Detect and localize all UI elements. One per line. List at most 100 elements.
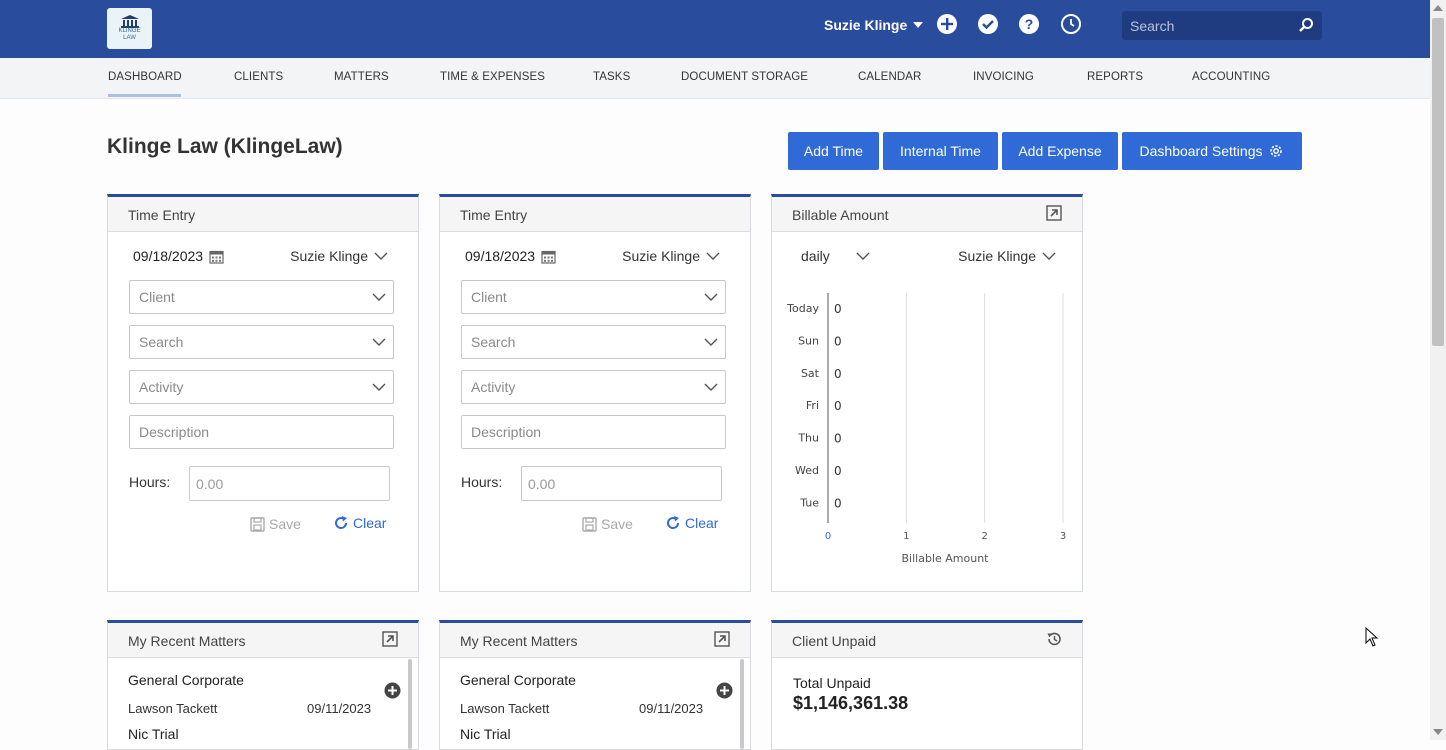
user-dropdown-value: Suzie Klinge bbox=[622, 248, 700, 264]
nav-reports[interactable]: REPORTS bbox=[1087, 71, 1143, 83]
plus-circle-icon[interactable] bbox=[716, 682, 733, 699]
activity-select[interactable]: Activity bbox=[461, 370, 726, 404]
expand-icon[interactable] bbox=[714, 631, 730, 647]
chevron-down-icon bbox=[856, 252, 870, 260]
nav-tasks[interactable]: TASKS bbox=[593, 71, 630, 83]
active-tab-indicator bbox=[108, 94, 181, 97]
total-unpaid-label: Total Unpaid bbox=[793, 675, 871, 691]
data-label: 0 bbox=[834, 302, 842, 316]
y-tick-label: Fri bbox=[806, 399, 819, 412]
description-field[interactable] bbox=[129, 415, 394, 449]
clear-button[interactable]: Clear bbox=[333, 515, 386, 531]
total-unpaid-amount: $1,146,361.38 bbox=[793, 693, 909, 713]
refresh-icon bbox=[335, 516, 348, 529]
user-dropdown[interactable]: Suzie Klinge bbox=[290, 248, 388, 264]
logo-text-1: KLINGE bbox=[118, 28, 141, 34]
hours-field[interactable] bbox=[189, 466, 390, 501]
scrollbar[interactable] bbox=[740, 659, 744, 749]
scrollbar[interactable] bbox=[408, 659, 412, 749]
clear-label: Clear bbox=[353, 515, 387, 531]
save-button[interactable]: Save bbox=[582, 516, 633, 532]
search-icon[interactable] bbox=[1298, 17, 1314, 33]
matter-search-select[interactable]: Search bbox=[129, 325, 394, 359]
scroll-up-icon[interactable] bbox=[1432, 4, 1444, 12]
widget-title: Time Entry bbox=[460, 207, 528, 223]
calendar-icon[interactable] bbox=[541, 249, 556, 264]
activity-select[interactable]: Activity bbox=[129, 370, 394, 404]
nav-invoicing[interactable]: INVOICING bbox=[973, 71, 1034, 83]
nav-matters[interactable]: MATTERS bbox=[334, 71, 389, 83]
expand-icon[interactable] bbox=[1046, 205, 1062, 221]
search-input[interactable] bbox=[1122, 11, 1300, 40]
recent-matters-widget: My Recent Matters General Corporate Laws… bbox=[439, 620, 751, 750]
client-select[interactable]: Client bbox=[129, 280, 394, 314]
nav-dashboard[interactable]: DASHBOARD bbox=[108, 71, 182, 83]
widget-title: Billable Amount bbox=[792, 207, 889, 223]
help-button[interactable]: ? bbox=[1019, 14, 1039, 34]
page-scrollbar-thumb[interactable] bbox=[1432, 18, 1444, 346]
chevron-down-icon bbox=[706, 252, 720, 260]
chevron-down-icon bbox=[372, 293, 386, 301]
add-time-button[interactable]: Add Time bbox=[788, 132, 879, 170]
clock-icon bbox=[1070, 19, 1075, 27]
date-value: 09/18/2023 bbox=[133, 248, 204, 264]
nav-time-expenses[interactable]: TIME & EXPENSES bbox=[440, 71, 545, 83]
user-dropdown[interactable]: Suzie Klinge bbox=[958, 248, 1056, 264]
clear-button[interactable]: Clear bbox=[665, 515, 718, 531]
tasks-button[interactable] bbox=[978, 14, 998, 34]
y-tick-label: Sat bbox=[801, 367, 820, 380]
user-name: Suzie Klinge bbox=[824, 17, 908, 33]
add-new-button[interactable] bbox=[937, 14, 957, 34]
y-tick-label: Sun bbox=[798, 334, 819, 347]
nav-calendar[interactable]: CALENDAR bbox=[858, 71, 921, 83]
matter-client: Lawson Tackett bbox=[128, 701, 218, 716]
timer-button[interactable] bbox=[1061, 14, 1081, 34]
activity-placeholder: Activity bbox=[471, 379, 516, 395]
chevron-down-icon bbox=[704, 293, 718, 301]
billable-chart: 0 1 2 3 Today 0 Sun 0 Sat 0 Fri 0 Thu 0 Wed 0 Tue 0 Billab… bbox=[786, 293, 1066, 565]
dashboard-settings-button[interactable]: Dashboard Settings bbox=[1122, 132, 1302, 170]
user-dropdown-value: Suzie Klinge bbox=[290, 248, 368, 264]
nav-accounting[interactable]: ACCOUNTING bbox=[1192, 71, 1270, 83]
caret-down-icon bbox=[913, 22, 924, 28]
data-label: 0 bbox=[834, 367, 842, 381]
save-button[interactable]: Save bbox=[250, 516, 301, 532]
scroll-down-icon[interactable] bbox=[1432, 728, 1444, 736]
user-dropdown[interactable]: Suzie Klinge bbox=[622, 248, 720, 264]
client-select[interactable]: Client bbox=[461, 280, 726, 314]
hours-label: Hours: bbox=[129, 474, 171, 490]
matter-search-select[interactable]: Search bbox=[461, 325, 726, 359]
expand-icon[interactable] bbox=[382, 631, 398, 647]
matter-date: 09/11/2023 bbox=[307, 701, 372, 716]
matter-name[interactable]: General Corporate bbox=[460, 672, 576, 688]
hours-field[interactable] bbox=[521, 466, 722, 501]
nav-clients[interactable]: CLIENTS bbox=[234, 71, 283, 83]
calendar-icon[interactable] bbox=[209, 249, 224, 264]
add-expense-button[interactable]: Add Expense bbox=[1002, 132, 1118, 170]
x-tick-label: 3 bbox=[1060, 531, 1066, 542]
data-label: 0 bbox=[834, 334, 842, 348]
history-icon[interactable] bbox=[1046, 631, 1062, 647]
matter-name[interactable]: General Corporate bbox=[128, 672, 244, 688]
date-value: 09/18/2023 bbox=[465, 248, 536, 264]
global-search[interactable] bbox=[1122, 11, 1322, 40]
plus-circle-icon bbox=[941, 18, 953, 30]
date-picker[interactable]: 09/18/2023 bbox=[133, 248, 224, 264]
chevron-down-icon bbox=[374, 252, 388, 260]
nav-document-storage[interactable]: DOCUMENT STORAGE bbox=[681, 71, 808, 83]
x-tick-label: 0 bbox=[825, 531, 831, 542]
firm-logo[interactable]: KLINGE LAW bbox=[107, 8, 152, 49]
question-circle-icon: ? bbox=[1025, 16, 1034, 32]
internal-time-button[interactable]: Internal Time bbox=[883, 132, 998, 170]
plus-circle-icon[interactable] bbox=[384, 682, 401, 699]
search-placeholder: Search bbox=[471, 334, 516, 350]
user-menu[interactable]: Suzie Klinge bbox=[824, 17, 924, 33]
period-dropdown[interactable]: daily bbox=[801, 248, 870, 264]
description-field[interactable] bbox=[461, 415, 726, 449]
date-picker[interactable]: 09/18/2023 bbox=[465, 248, 556, 264]
chevron-down-icon bbox=[1042, 252, 1056, 260]
y-tick-label: Wed bbox=[795, 464, 819, 477]
billable-amount-widget: Billable Amount daily Suzie Klinge 0 1 2 3 T… bbox=[771, 194, 1083, 592]
x-tick-label: 2 bbox=[981, 531, 987, 542]
dashboard-settings-label: Dashboard Settings bbox=[1139, 143, 1263, 159]
